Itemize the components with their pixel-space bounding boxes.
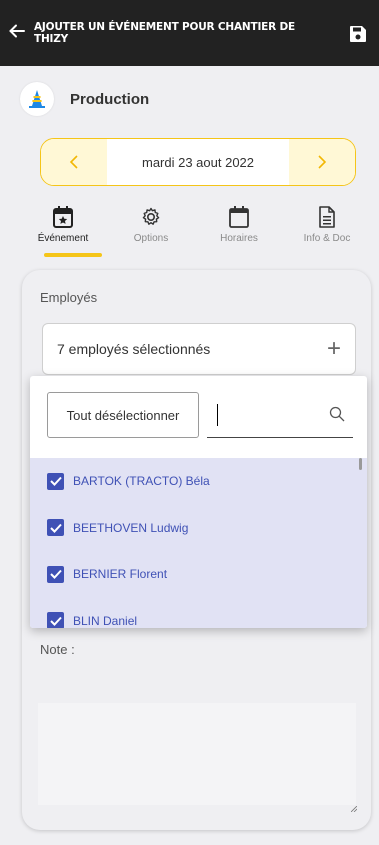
search-input[interactable] [218, 406, 318, 423]
scrollbar[interactable] [359, 458, 362, 470]
project-header: Production [20, 82, 149, 116]
tab-label: Événement [37, 233, 89, 244]
floppy-disk-icon[interactable] [349, 25, 367, 43]
tab-label: Horaires [220, 233, 258, 244]
employees-selected-count: 7 employés sélectionnés [57, 341, 211, 357]
employee-name: BLIN Daniel [73, 613, 138, 628]
checkbox-checked-icon[interactable] [47, 519, 64, 537]
note-textarea[interactable] [38, 703, 356, 805]
tab-bar: Événement Options Horaires Info & Doc [38, 205, 368, 255]
employees-dropdown: Tout désélectionner BARTOK (TRACTO) Béla… [30, 376, 367, 628]
employee-name: BERNIER Florent [73, 567, 168, 582]
previous-day-button[interactable] [41, 139, 107, 185]
deselect-all-button[interactable]: Tout désélectionner [47, 392, 199, 438]
list-item[interactable]: BERNIER Florent [30, 551, 367, 598]
employees-select[interactable]: 7 employés sélectionnés + [42, 323, 356, 375]
list-item[interactable]: BLIN Daniel [30, 598, 367, 628]
employees-label: Employés [40, 290, 98, 305]
checkbox-checked-icon[interactable] [47, 565, 64, 583]
tab-label: Info & Doc [303, 233, 351, 244]
list-item[interactable]: BARTOK (TRACTO) Béla [30, 458, 367, 505]
employee-name: BARTOK (TRACTO) Béla [73, 474, 210, 489]
page-title: AJOUTER UN ÉVÉNEMENT POUR CHANTIER DE TH… [34, 21, 295, 45]
cone-logo [20, 82, 54, 116]
tab-evenement[interactable]: Événement [28, 205, 98, 244]
next-day-button[interactable] [289, 139, 355, 185]
tab-label: Options [133, 233, 169, 244]
employee-list: BARTOK (TRACTO) Béla BEETHOVEN Ludwig BE… [30, 458, 367, 628]
document-icon [292, 205, 362, 229]
date-selector: mardi 23 aout 2022 [40, 138, 356, 186]
search-icon[interactable] [329, 406, 345, 427]
list-item[interactable]: BEETHOVEN Ludwig [30, 505, 367, 552]
note-label: Note : [40, 642, 75, 657]
calendar-icon [204, 205, 274, 229]
project-name: Production [70, 90, 150, 108]
current-date[interactable]: mardi 23 aout 2022 [142, 155, 254, 170]
arrow-left-icon[interactable] [0, 22, 34, 44]
gear-icon [116, 205, 186, 229]
top-app-bar: AJOUTER UN ÉVÉNEMENT POUR CHANTIER DE TH… [0, 0, 379, 66]
employee-name: BEETHOVEN Ludwig [73, 520, 189, 535]
checkbox-checked-icon[interactable] [47, 612, 64, 628]
calendar-star-icon [28, 205, 98, 229]
tab-options[interactable]: Options [116, 205, 186, 244]
plus-icon[interactable]: + [327, 335, 341, 363]
tab-horaires[interactable]: Horaires [204, 205, 274, 244]
checkbox-checked-icon[interactable] [47, 472, 64, 490]
active-tab-indicator [44, 253, 102, 257]
employee-search[interactable] [207, 392, 353, 438]
resize-handle-icon[interactable] [350, 799, 358, 817]
tab-info-doc[interactable]: Info & Doc [292, 205, 362, 244]
